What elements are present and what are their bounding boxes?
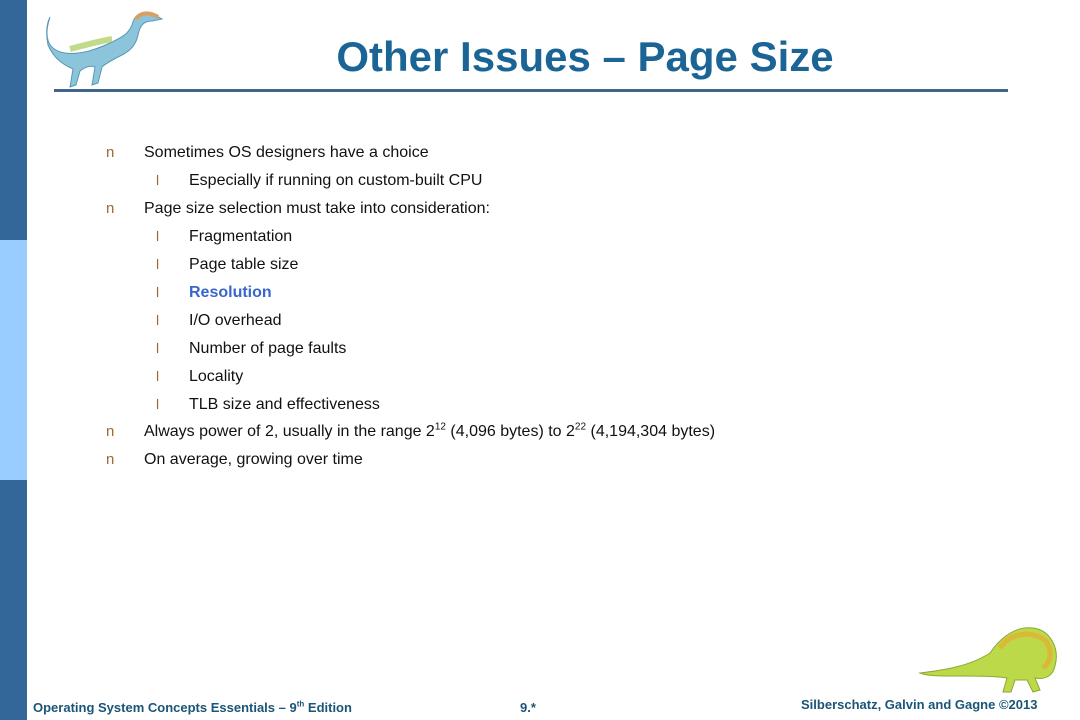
sub-bullet-text: TLB size and effectiveness	[189, 396, 380, 413]
bullet-text: On average, growing over time	[144, 451, 363, 468]
footer-book-title: Operating System Concepts Essentials – 9…	[33, 700, 352, 715]
sidebar-segment-bottom	[0, 480, 27, 720]
text-fragment: (4,096 bytes) to 2	[445, 423, 575, 440]
exponent: 22	[574, 421, 587, 433]
text-fragment: (4,194,304 bytes)	[586, 423, 716, 440]
footer-page-number: 9.*	[520, 700, 536, 715]
bullet-marker-icon: n	[106, 144, 115, 161]
sidebar-segment-middle	[0, 240, 27, 480]
sidebar-segment-top	[0, 0, 27, 240]
sub-bullet-text: Especially if running on custom-built CP…	[189, 172, 483, 189]
text-fragment: Always power of 2, usually in the range …	[144, 423, 435, 440]
sub-bullet-marker-icon: l	[156, 340, 160, 356]
sub-bullet-marker-icon: l	[156, 396, 160, 412]
title-underline-rule	[54, 89, 1008, 92]
sub-bullet-text: Locality	[189, 368, 244, 385]
sub-bullet-text: Number of page faults	[189, 340, 347, 357]
sub-bullet-marker-icon: l	[156, 228, 160, 244]
footer-text: Edition	[304, 700, 352, 715]
sub-bullet-text: Fragmentation	[189, 228, 293, 245]
sub-bullet-marker-icon: l	[156, 312, 160, 328]
dinosaur-bottom-icon	[918, 627, 1057, 693]
bullet-text: Sometimes OS designers have a choice	[144, 144, 429, 161]
sub-bullet-text-highlighted: Resolution	[189, 284, 272, 301]
sub-bullet-marker-icon: l	[156, 368, 160, 384]
bullet-marker-icon: n	[106, 451, 115, 468]
sub-bullet-marker-icon: l	[156, 284, 160, 300]
sub-bullet-text: Page table size	[189, 256, 299, 273]
bullet-text-page-size-range: Always power of 2, usually in the range …	[144, 421, 716, 441]
slide-title: Other Issues – Page Size	[336, 33, 834, 80]
bullet-marker-icon: n	[106, 423, 115, 440]
bullet-marker-icon: n	[106, 200, 115, 217]
footer-copyright: Silberschatz, Galvin and Gagne ©2013	[801, 697, 1038, 712]
sub-bullet-marker-icon: l	[156, 172, 160, 188]
sub-bullet-marker-icon: l	[156, 256, 160, 272]
dinosaur-top-icon	[46, 11, 164, 88]
bullet-text: Page size selection must take into consi…	[144, 200, 490, 217]
footer-text: Operating System Concepts Essentials – 9	[33, 700, 297, 715]
sub-bullet-text: I/O overhead	[189, 312, 282, 329]
left-sidebar-bar	[0, 0, 27, 720]
exponent: 12	[434, 421, 446, 433]
